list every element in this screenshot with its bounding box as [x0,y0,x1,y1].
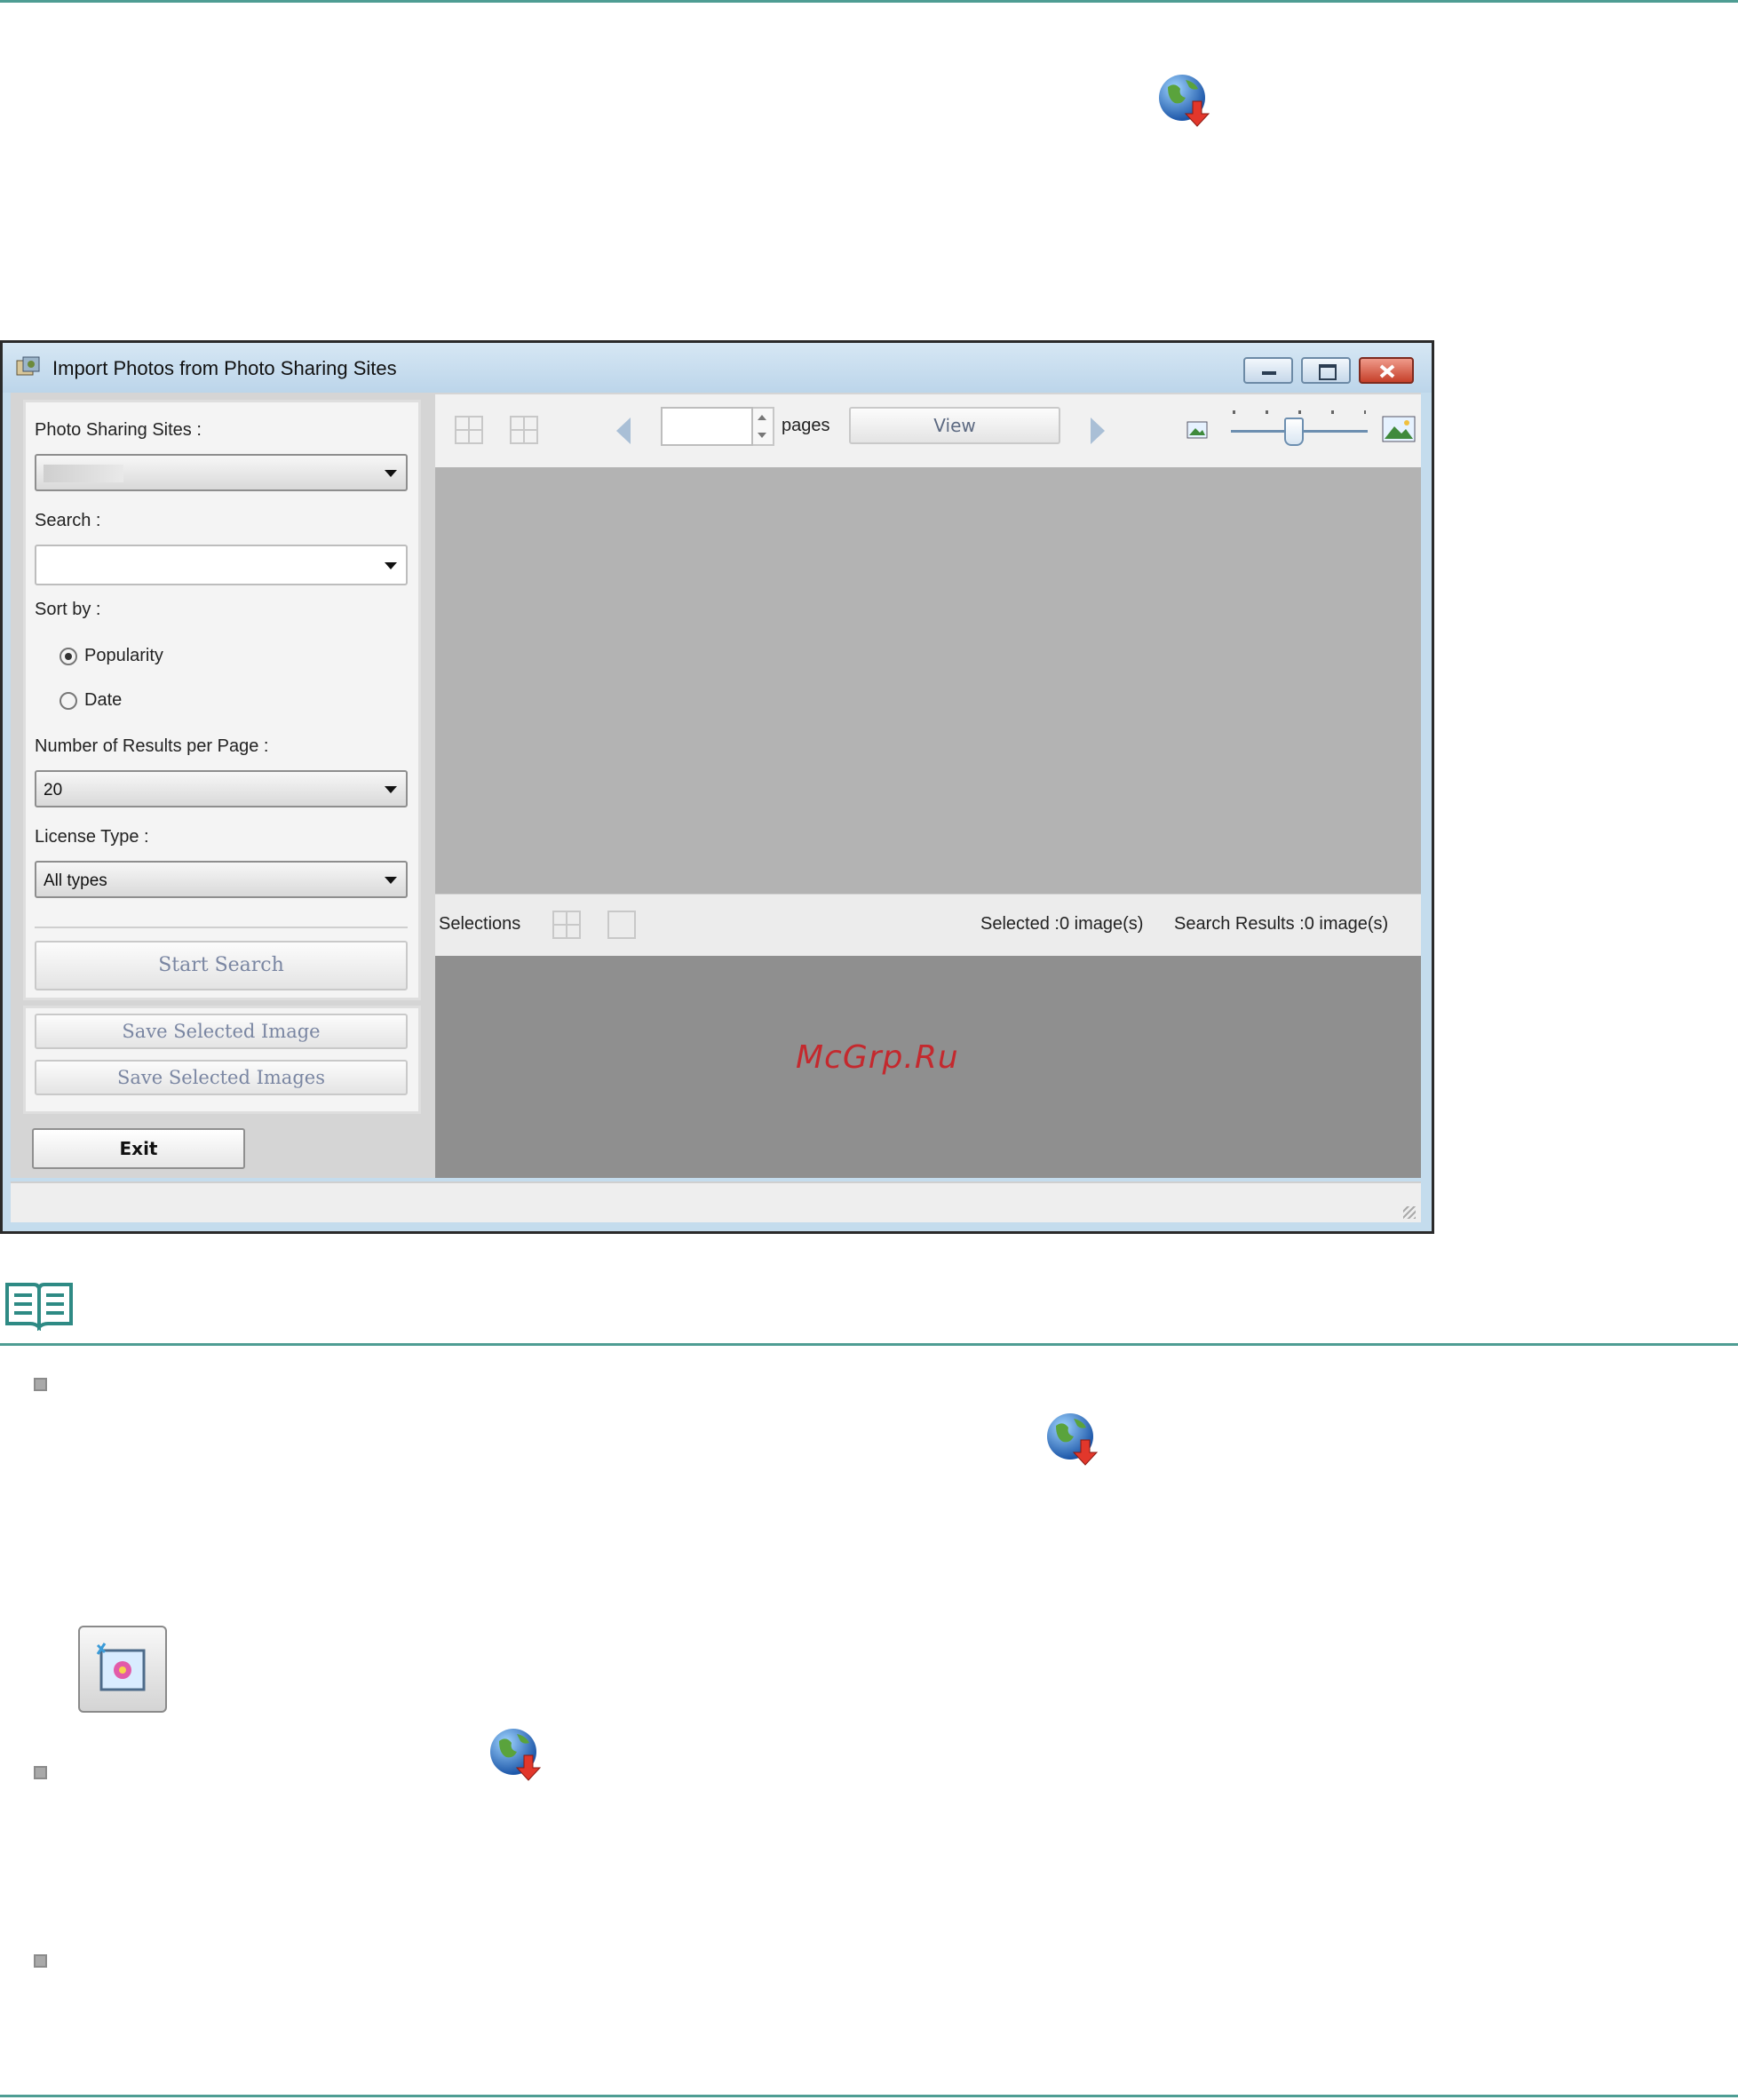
spin-up-icon[interactable] [758,415,766,420]
results-per-page-value: 20 [44,781,63,799]
license-type-dropdown[interactable]: All types [35,861,408,898]
search-results-area[interactable] [435,467,1421,894]
minimize-icon [1262,371,1276,375]
bullet-icon [34,1378,47,1391]
selections-label: Selections [439,914,521,934]
search-panel: Photo Sharing Sites : Search : Sort by :… [23,400,421,1000]
sort-popularity-label: Popularity [84,646,163,665]
globe-download-icon [1047,1413,1099,1466]
minimize-button[interactable] [1243,357,1293,384]
note-rule [0,1343,1738,1346]
title-bar: Import Photos from Photo Sharing Sites [3,343,1432,393]
resize-grip-icon[interactable] [1403,1206,1416,1219]
window-client-area: Photo Sharing Sites : Search : Sort by :… [11,393,1421,1178]
large-image-icon [1382,416,1416,442]
close-button[interactable] [1359,357,1414,384]
bullet-icon [34,1766,47,1779]
zoom-slider-thumb[interactable] [1284,418,1304,446]
top-rule [0,0,1738,3]
selected-images-area[interactable]: McGrp.Ru [435,956,1421,1178]
list-grid-icon[interactable] [510,416,538,444]
sort-popularity-radio[interactable] [60,648,77,665]
photo-sharing-sites-label: Photo Sharing Sites : [35,420,202,440]
bullet-icon [34,1954,47,1968]
blurred-site-name [44,465,123,482]
bottom-rule [0,2095,1738,2097]
maximize-icon [1319,364,1337,380]
previous-page-icon[interactable] [615,416,632,446]
pages-label: pages [782,416,830,435]
selection-single-icon[interactable] [607,911,636,939]
photo-edit-button-icon [96,1643,146,1691]
sort-date-radio[interactable] [60,692,77,710]
view-button[interactable]: View [849,407,1060,444]
view-toolbar: pages View [435,394,1421,468]
results-per-page-label: Number of Results per Page : [35,736,269,756]
save-panel: Save Selected Image Save Selected Images [23,1006,421,1114]
chevron-down-icon [385,562,397,569]
watermark: McGrp.Ru [796,1039,959,1076]
open-book-note-icon [5,1283,73,1331]
search-combo-input[interactable] [35,545,408,585]
photo-edit-button[interactable] [78,1626,167,1713]
search-label: Search : [35,511,101,530]
maximize-button[interactable] [1301,357,1351,384]
spin-down-icon[interactable] [758,433,766,438]
thumbnail-grid-icon[interactable] [455,416,483,444]
save-selected-images-button[interactable]: Save Selected Images [35,1060,408,1095]
chevron-down-icon [385,877,397,884]
photo-sharing-sites-dropdown[interactable] [35,454,408,491]
app-photos-icon [16,356,40,376]
small-image-icon [1186,421,1208,439]
next-page-icon[interactable] [1089,416,1107,446]
chevron-down-icon [385,470,397,477]
chevron-down-icon [385,786,397,793]
globe-download-icon [490,1729,542,1781]
start-search-button[interactable]: Start Search [35,941,408,990]
zoom-slider-ticks [1233,410,1366,414]
sort-date-label: Date [84,690,123,710]
divider [35,927,408,928]
close-icon [1379,364,1395,378]
selected-count: Selected :0 image(s) [980,914,1144,934]
results-per-page-dropdown[interactable]: 20 [35,770,408,807]
save-selected-image-button[interactable]: Save Selected Image [35,1014,408,1049]
exit-button[interactable]: Exit [32,1128,245,1169]
selection-grid-icon[interactable] [552,911,581,939]
status-bar [11,1181,1421,1222]
sort-by-label: Sort by : [35,600,101,619]
license-type-label: License Type : [35,827,149,847]
license-type-value: All types [44,871,107,890]
page-number-input[interactable] [661,407,753,446]
search-results-count: Search Results :0 image(s) [1174,914,1389,934]
page-number-spinner[interactable] [753,407,774,446]
selections-bar: Selections Selected :0 image(s) Search R… [435,894,1421,957]
window-title: Import Photos from Photo Sharing Sites [52,357,397,379]
globe-download-icon [1159,75,1210,127]
import-photos-window: Import Photos from Photo Sharing Sites P… [0,340,1434,1234]
